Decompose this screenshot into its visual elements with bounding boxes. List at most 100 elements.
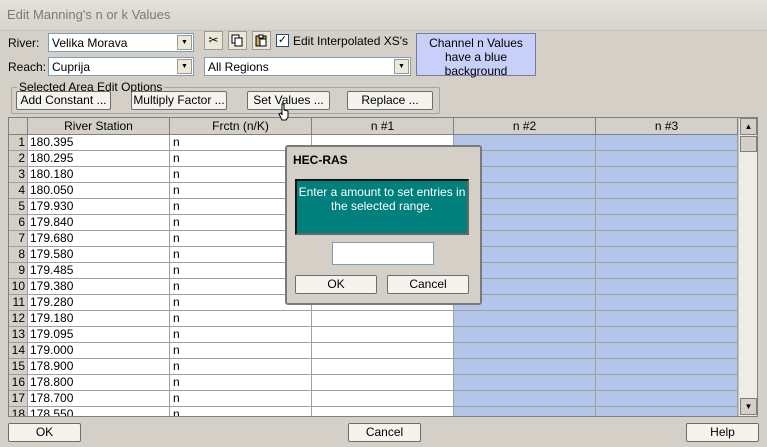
- frctn-cell[interactable]: n: [170, 327, 312, 343]
- river-station-cell[interactable]: 179.485: [28, 263, 170, 279]
- frctn-cell[interactable]: n: [170, 375, 312, 391]
- table-row[interactable]: 16 178.800 n: [9, 375, 739, 391]
- river-station-cell[interactable]: 179.840: [28, 215, 170, 231]
- reach-select[interactable]: Cuprija ▼: [48, 57, 194, 76]
- header-n1[interactable]: n #1: [312, 118, 454, 135]
- n3-cell[interactable]: [596, 375, 738, 391]
- n3-cell[interactable]: [596, 279, 738, 295]
- n3-cell[interactable]: [596, 327, 738, 343]
- river-station-cell[interactable]: 179.580: [28, 247, 170, 263]
- cut-button[interactable]: ✂: [204, 31, 223, 50]
- n2-cell[interactable]: [454, 343, 596, 359]
- river-station-cell[interactable]: 179.380: [28, 279, 170, 295]
- n1-cell[interactable]: [312, 391, 454, 407]
- n3-cell[interactable]: [596, 247, 738, 263]
- row-number-cell[interactable]: 17: [9, 391, 28, 407]
- copy-button[interactable]: [228, 31, 247, 50]
- river-select[interactable]: Velika Morava ▼: [48, 33, 194, 52]
- river-station-cell[interactable]: 179.000: [28, 343, 170, 359]
- river-station-cell[interactable]: 179.280: [28, 295, 170, 311]
- n1-cell[interactable]: [312, 375, 454, 391]
- row-number-cell[interactable]: 10: [9, 279, 28, 295]
- river-station-cell[interactable]: 180.395: [28, 135, 170, 151]
- header-river-station[interactable]: River Station: [28, 118, 170, 135]
- row-number-cell[interactable]: 18: [9, 407, 28, 416]
- frctn-cell[interactable]: n: [170, 407, 312, 416]
- table-row[interactable]: 17 178.700 n: [9, 391, 739, 407]
- river-station-cell[interactable]: 178.700: [28, 391, 170, 407]
- n2-cell[interactable]: [454, 327, 596, 343]
- n1-cell[interactable]: [312, 327, 454, 343]
- set-value-input[interactable]: [332, 242, 434, 265]
- chevron-down-icon[interactable]: ▼: [394, 59, 409, 74]
- paste-button[interactable]: [252, 31, 271, 50]
- row-number-cell[interactable]: 13: [9, 327, 28, 343]
- n1-cell[interactable]: [312, 407, 454, 416]
- table-row[interactable]: 12 179.180 n: [9, 311, 739, 327]
- dialog-ok-button[interactable]: OK: [295, 275, 377, 294]
- header-n3[interactable]: n #3: [596, 118, 738, 135]
- n3-cell[interactable]: [596, 215, 738, 231]
- river-station-cell[interactable]: 180.050: [28, 183, 170, 199]
- row-number-cell[interactable]: 15: [9, 359, 28, 375]
- n3-cell[interactable]: [596, 391, 738, 407]
- row-number-cell[interactable]: 4: [9, 183, 28, 199]
- river-station-cell[interactable]: 179.095: [28, 327, 170, 343]
- row-number-cell[interactable]: 6: [9, 215, 28, 231]
- table-row[interactable]: 13 179.095 n: [9, 327, 739, 343]
- row-number-cell[interactable]: 11: [9, 295, 28, 311]
- vertical-scrollbar[interactable]: ▲ ▼: [738, 118, 757, 416]
- scroll-thumb[interactable]: [740, 136, 757, 152]
- edit-interpolated-checkbox[interactable]: ✓: [276, 34, 289, 47]
- scroll-up-icon[interactable]: ▲: [740, 118, 757, 135]
- n3-cell[interactable]: [596, 167, 738, 183]
- add-constant-button[interactable]: Add Constant ...: [16, 91, 111, 110]
- table-row[interactable]: 15 178.900 n: [9, 359, 739, 375]
- header-frctn[interactable]: Frctn (n/K): [170, 118, 312, 135]
- row-number-cell[interactable]: 12: [9, 311, 28, 327]
- row-number-cell[interactable]: 7: [9, 231, 28, 247]
- frctn-cell[interactable]: n: [170, 343, 312, 359]
- replace-button[interactable]: Replace ...: [347, 91, 433, 110]
- n3-cell[interactable]: [596, 311, 738, 327]
- river-station-cell[interactable]: 178.800: [28, 375, 170, 391]
- n3-cell[interactable]: [596, 199, 738, 215]
- n3-cell[interactable]: [596, 231, 738, 247]
- help-button[interactable]: Help: [686, 423, 759, 442]
- chevron-down-icon[interactable]: ▼: [177, 59, 192, 74]
- header-n2[interactable]: n #2: [454, 118, 596, 135]
- n2-cell[interactable]: [454, 375, 596, 391]
- n3-cell[interactable]: [596, 135, 738, 151]
- river-station-cell[interactable]: 178.900: [28, 359, 170, 375]
- row-number-cell[interactable]: 9: [9, 263, 28, 279]
- n2-cell[interactable]: [454, 359, 596, 375]
- n2-cell[interactable]: [454, 407, 596, 416]
- n3-cell[interactable]: [596, 263, 738, 279]
- table-row[interactable]: 14 179.000 n: [9, 343, 739, 359]
- river-station-cell[interactable]: 178.550: [28, 407, 170, 416]
- row-number-cell[interactable]: 5: [9, 199, 28, 215]
- n1-cell[interactable]: [312, 343, 454, 359]
- n1-cell[interactable]: [312, 359, 454, 375]
- table-row[interactable]: 18 178.550 n: [9, 407, 739, 416]
- n3-cell[interactable]: [596, 359, 738, 375]
- regions-select[interactable]: All Regions ▼: [204, 57, 411, 76]
- river-station-cell[interactable]: 180.295: [28, 151, 170, 167]
- n3-cell[interactable]: [596, 295, 738, 311]
- n1-cell[interactable]: [312, 311, 454, 327]
- corner-cell[interactable]: [9, 118, 28, 135]
- n3-cell[interactable]: [596, 343, 738, 359]
- n2-cell[interactable]: [454, 391, 596, 407]
- row-number-cell[interactable]: 2: [9, 151, 28, 167]
- row-number-cell[interactable]: 14: [9, 343, 28, 359]
- n2-cell[interactable]: [454, 311, 596, 327]
- row-number-cell[interactable]: 16: [9, 375, 28, 391]
- row-number-cell[interactable]: 8: [9, 247, 28, 263]
- river-station-cell[interactable]: 180.180: [28, 167, 170, 183]
- river-station-cell[interactable]: 179.680: [28, 231, 170, 247]
- ok-button[interactable]: OK: [8, 423, 81, 442]
- scroll-down-icon[interactable]: ▼: [740, 398, 757, 415]
- n3-cell[interactable]: [596, 183, 738, 199]
- n3-cell[interactable]: [596, 407, 738, 416]
- chevron-down-icon[interactable]: ▼: [177, 35, 192, 50]
